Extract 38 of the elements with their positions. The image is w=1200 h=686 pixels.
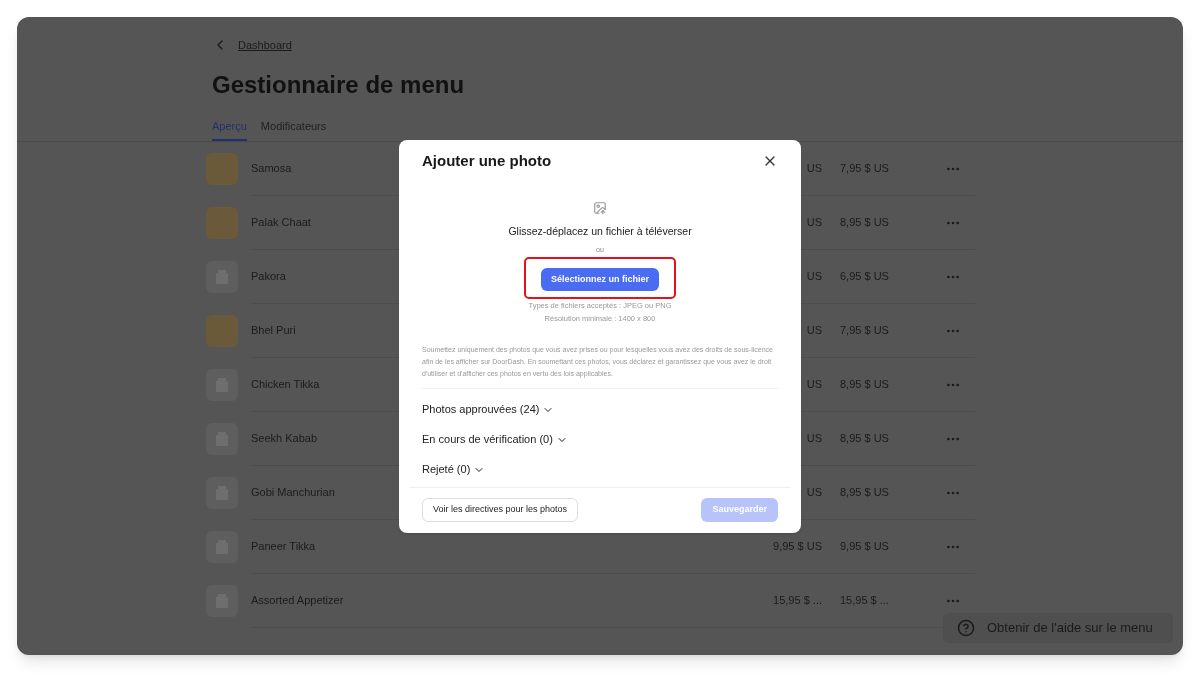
item-price: US	[806, 323, 822, 339]
select-file-button[interactable]: Sélectionnez un fichier	[541, 268, 659, 291]
item-name: Samosa	[251, 161, 293, 177]
section-toggle[interactable]: Rejeté (0)	[422, 454, 778, 485]
upload-icon	[593, 200, 607, 215]
item-name: Pakora	[251, 269, 287, 285]
item-name: Palak Chaat	[251, 215, 312, 231]
section-toggle[interactable]: Photos approuvées (24)	[422, 394, 778, 425]
item-price: US	[806, 485, 822, 501]
bag-icon	[206, 423, 238, 455]
dialog-title: Ajouter une photo	[422, 151, 552, 171]
bag-icon	[206, 477, 238, 509]
item-name: Seekh Kabab	[251, 431, 319, 447]
bag-icon	[206, 261, 238, 293]
item-name: Gobi Manchurian	[251, 485, 336, 501]
item-name: Paneer Tikka	[251, 539, 317, 555]
bag-icon	[206, 531, 238, 563]
drop-instructions: Glissez-déplacez un fichier à téléverser	[508, 223, 692, 239]
item-name: Bhel Puri	[251, 323, 297, 339]
item-price: US	[806, 161, 822, 177]
item-price: US	[806, 377, 822, 393]
section-toggle[interactable]: En cours de vérification (0)	[422, 424, 778, 455]
item-price: 15,95 $ ...	[773, 593, 822, 609]
page-title: Gestionnaire de menu	[212, 70, 466, 100]
dashboard-link[interactable]: Dashboard	[238, 36, 292, 54]
food-photo-placeholder	[206, 315, 238, 347]
item-name: Assorted Appetizer	[251, 593, 345, 609]
help-icon	[957, 619, 975, 637]
food-photo-placeholder	[206, 153, 238, 185]
item-name: Chicken Tikka	[251, 377, 321, 393]
item-price: US	[806, 269, 822, 285]
food-photo-placeholder	[206, 207, 238, 239]
item-price: 9,95 $ US	[773, 539, 822, 555]
bag-icon	[206, 369, 238, 401]
guidelines-button[interactable]: Voir les directives pour les photos	[422, 497, 579, 522]
bag-icon	[206, 585, 238, 617]
item-price: US	[806, 431, 822, 447]
item-price: US	[806, 215, 822, 231]
